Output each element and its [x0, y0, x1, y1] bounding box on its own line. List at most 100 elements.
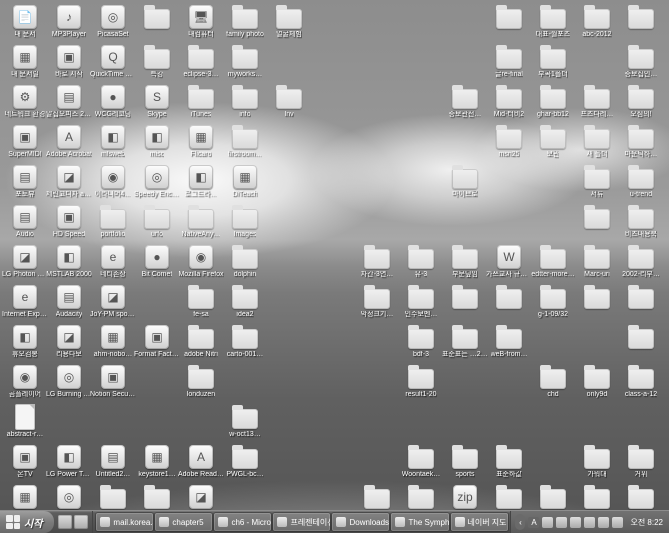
desktop-icon[interactable]: 유-3	[400, 244, 442, 279]
desktop-icon[interactable]: dolphin	[224, 244, 266, 279]
desktop-icon[interactable]: ghar-bb12	[532, 84, 574, 119]
desktop-icon[interactable]: ◪JoY-PM spokes	[92, 284, 134, 319]
quicklaunch-item[interactable]	[58, 515, 72, 529]
desktop-icon[interactable]: chd	[532, 364, 574, 399]
desktop-icon[interactable]: ◧로그드라…	[180, 164, 222, 199]
taskbar-task-button[interactable]: 네이버 지도 …	[451, 513, 508, 531]
desktop-icon[interactable]: ◪LG Photon Scutter	[4, 244, 46, 279]
desktop-icon[interactable]	[488, 284, 530, 311]
taskbar-task-button[interactable]: Downloads	[332, 513, 389, 531]
desktop-icon[interactable]	[444, 284, 486, 311]
desktop-icon[interactable]: Inv	[268, 84, 310, 119]
desktop-icon[interactable]: 🖥내컴퓨터	[180, 4, 222, 39]
desktop-icon[interactable]: bdf-3	[400, 324, 442, 359]
desktop-icon[interactable]: 마운틱하…	[620, 124, 662, 159]
desktop-icon[interactable]: portfolio	[92, 204, 134, 239]
desktop-icon[interactable]: ▦DiTeach	[224, 164, 266, 199]
desktop-icon[interactable]: 부문딮임	[444, 244, 486, 279]
tray-expand-icon[interactable]: ‹	[515, 514, 525, 530]
taskbar-task-button[interactable]: 프레젠테이션…	[273, 513, 330, 531]
desktop-icon[interactable]	[488, 4, 530, 31]
desktop-icon[interactable]: ◉이라니머4…	[92, 164, 134, 199]
desktop-icon[interactable]: NativeAny…	[180, 204, 222, 239]
desktop-icon[interactable]: 대표-월포즈	[532, 4, 574, 39]
desktop-icon[interactable]: Woontaek…	[400, 444, 442, 479]
desktop-icon[interactable]: 증보관전…	[444, 84, 486, 119]
desktop-icon[interactable]: 거위	[620, 444, 662, 479]
desktop-icon[interactable]: ●WCG레코딩	[92, 84, 134, 119]
desktop-icon[interactable]: 악정크기…	[356, 284, 398, 319]
desktop-icon[interactable]: 서류	[576, 164, 618, 199]
desktop-icon[interactable]: 2002-리부…	[620, 244, 662, 279]
desktop-icon[interactable]: ◎LG Burning Tool	[48, 364, 90, 399]
desktop-icon[interactable]: ▦ahm-nobo…	[92, 324, 134, 359]
desktop-icon[interactable]: QQuickTime Player	[92, 44, 134, 79]
desktop-icon[interactable]: only9d	[576, 364, 618, 399]
quicklaunch-item[interactable]	[74, 515, 88, 529]
desktop-icon[interactable]: msn25	[488, 124, 530, 159]
desktop-icon[interactable]: 자간-3연…	[356, 244, 398, 279]
desktop-icon[interactable]: 프즈다레…	[576, 84, 618, 119]
desktop-icon[interactable]: u-trend	[620, 164, 662, 199]
desktop-icon[interactable]: PWGL-bc…	[224, 444, 266, 479]
desktop-icon[interactable]: 보관	[532, 124, 574, 159]
desktop-icon[interactable]: SSkype	[136, 84, 178, 119]
desktop-icon[interactable]: ▣SuperMIDI	[4, 124, 46, 159]
desktop-icon[interactable]: ◉Mozilla Firefox	[180, 244, 222, 279]
desktop-icon[interactable]: edtter-more…	[532, 244, 574, 279]
desktop[interactable]: 📄내 문서♪MP3Player◎PicasaSet🖥내컴퓨터family pho…	[0, 0, 669, 533]
desktop-icon[interactable]: weB-from…	[488, 324, 530, 359]
desktop-icon[interactable]: ◎PicasaSet	[92, 4, 134, 39]
desktop-icon[interactable]: w-oct13…	[224, 404, 266, 439]
desktop-icon[interactable]: iTunes	[180, 84, 222, 119]
desktop-icon[interactable]: 표준표는 …2010	[444, 324, 486, 359]
taskbar-task-button[interactable]: chapter5	[155, 513, 212, 531]
desktop-icon[interactable]: myworks…	[224, 44, 266, 79]
tray-icon[interactable]	[570, 517, 581, 528]
desktop-icon[interactable]: sports	[444, 444, 486, 479]
tray-lang-indicator[interactable]: A	[528, 517, 539, 528]
taskbar-task-button[interactable]: The Sympho…	[391, 513, 448, 531]
desktop-icon[interactable]: ▦keystore1…	[136, 444, 178, 479]
desktop-icon[interactable]: e네티존상	[92, 244, 134, 279]
desktop-icon[interactable]: 표준하값	[488, 444, 530, 479]
desktop-icon[interactable]: idea2	[224, 284, 266, 319]
desktop-icon[interactable]: 새 폴더	[576, 124, 618, 159]
start-button[interactable]: 시작	[0, 511, 54, 533]
tray-volume-icon[interactable]	[598, 517, 609, 528]
desktop-icon[interactable]: 글re-final	[488, 44, 530, 79]
tray-icon[interactable]	[584, 517, 595, 528]
desktop-icon[interactable]: 증보집인…	[620, 44, 662, 79]
desktop-icon[interactable]: 📄내 문서	[4, 4, 46, 39]
desktop-icon[interactable]: ▤Audacity	[48, 284, 90, 319]
desktop-icon[interactable]: info	[224, 84, 266, 119]
desktop-icon[interactable]: 비즈내용북	[620, 204, 662, 239]
desktop-icon[interactable]: 특강	[136, 44, 178, 79]
desktop-icon[interactable]: AAdobe Reader X	[180, 444, 222, 479]
clock[interactable]: 오전 8:22	[630, 517, 663, 528]
desktop-icon[interactable]: abc-2012	[576, 4, 618, 39]
desktop-icon[interactable]: ◪제린고디자 amSurf S…	[48, 164, 90, 199]
desktop-icon[interactable]: 인수보멘…	[400, 284, 442, 319]
desktop-icon[interactable]: W가쓰교사 규정집…	[488, 244, 530, 279]
desktop-icon[interactable]: ◧misc	[136, 124, 178, 159]
desktop-icon[interactable]: abstract-r…	[4, 404, 46, 439]
desktop-icon[interactable]: ▣바로 시작	[48, 44, 90, 79]
desktop-icon[interactable]: 마이브로	[444, 164, 486, 199]
desktop-icon[interactable]: ◧mIsweb	[92, 124, 134, 159]
tray-icon[interactable]	[556, 517, 567, 528]
desktop-icon[interactable]: londuzen	[180, 364, 222, 399]
desktop-icon[interactable]: ◪리용다보	[48, 324, 90, 359]
desktop-icon[interactable]: ◧MSTLAB 2000	[48, 244, 90, 279]
desktop-icon[interactable]: firstroom…	[224, 124, 266, 159]
desktop-icon[interactable]: class-a-12	[620, 364, 662, 399]
desktop-icon[interactable]: 얼굴체험	[268, 4, 310, 39]
desktop-icon[interactable]: ●Bit Comet	[136, 244, 178, 279]
desktop-icon[interactable]	[620, 4, 662, 31]
desktop-icon[interactable]: ▤Untitled2…	[92, 444, 134, 479]
desktop-icon[interactable]: ◉곰플레이어	[4, 364, 46, 399]
desktop-icon[interactable]: ▣Format Factory	[136, 324, 178, 359]
desktop-icon[interactable]: adobe Nitri	[180, 324, 222, 359]
desktop-icon[interactable]	[576, 204, 618, 231]
desktop-icon[interactable]: Mid-터비2	[488, 84, 530, 119]
